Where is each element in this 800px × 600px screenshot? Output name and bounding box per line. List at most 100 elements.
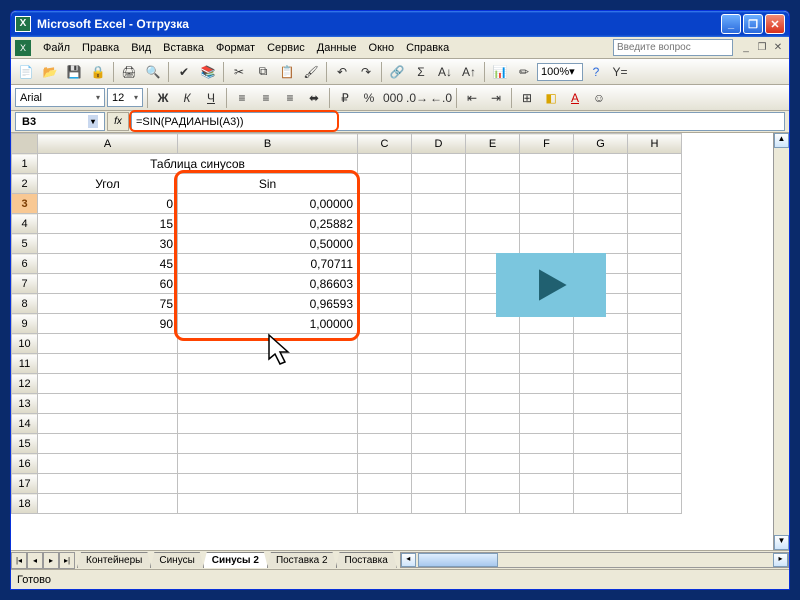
cell[interactable] bbox=[628, 434, 682, 454]
cell[interactable] bbox=[628, 454, 682, 474]
cell[interactable]: 45 bbox=[38, 254, 178, 274]
permission-icon[interactable]: 🔒 bbox=[87, 61, 109, 83]
cell[interactable]: 90 bbox=[38, 314, 178, 334]
cell[interactable] bbox=[358, 354, 412, 374]
cell[interactable] bbox=[628, 414, 682, 434]
cell[interactable] bbox=[38, 334, 178, 354]
sort-desc-icon[interactable]: A↑ bbox=[458, 61, 480, 83]
cell[interactable]: Таблица синусов bbox=[38, 154, 358, 174]
cell[interactable] bbox=[178, 414, 358, 434]
cell[interactable]: 0,00000 bbox=[178, 194, 358, 214]
row-header-8[interactable]: 8 bbox=[12, 294, 38, 314]
cell[interactable] bbox=[466, 174, 520, 194]
cell[interactable]: 15 bbox=[38, 214, 178, 234]
row-header-1[interactable]: 1 bbox=[12, 154, 38, 174]
cell[interactable] bbox=[574, 474, 628, 494]
row-header-16[interactable]: 16 bbox=[12, 454, 38, 474]
row-header-13[interactable]: 13 bbox=[12, 394, 38, 414]
research-icon[interactable]: 📚 bbox=[197, 61, 219, 83]
sheet-tab[interactable]: Синусы 2 bbox=[203, 552, 268, 568]
sheet-tab[interactable]: Поставка bbox=[336, 552, 397, 568]
cell[interactable] bbox=[412, 234, 466, 254]
print-preview-icon[interactable]: 🔍 bbox=[142, 61, 164, 83]
cell[interactable] bbox=[520, 174, 574, 194]
smiley-icon[interactable]: ☺ bbox=[588, 87, 610, 109]
decrease-indent-icon[interactable]: ⇤ bbox=[461, 87, 483, 109]
cell[interactable] bbox=[358, 194, 412, 214]
row-header-9[interactable]: 9 bbox=[12, 314, 38, 334]
cell[interactable] bbox=[358, 414, 412, 434]
cell[interactable] bbox=[178, 394, 358, 414]
cell[interactable] bbox=[38, 474, 178, 494]
menu-data[interactable]: Данные bbox=[311, 40, 363, 56]
name-box-dropdown-icon[interactable]: ▾ bbox=[88, 115, 98, 128]
cell[interactable] bbox=[466, 494, 520, 514]
cell[interactable] bbox=[358, 494, 412, 514]
cell[interactable]: Угол bbox=[38, 174, 178, 194]
cell[interactable] bbox=[412, 394, 466, 414]
doc-minimize-button[interactable]: _ bbox=[739, 41, 753, 55]
menu-format[interactable]: Формат bbox=[210, 40, 261, 56]
menu-tools[interactable]: Сервис bbox=[261, 40, 311, 56]
cell[interactable] bbox=[520, 454, 574, 474]
scroll-up-button[interactable]: ▲ bbox=[774, 133, 789, 148]
hyperlink-icon[interactable]: 🔗 bbox=[386, 61, 408, 83]
bold-icon[interactable]: Ж bbox=[152, 87, 174, 109]
cell[interactable] bbox=[412, 434, 466, 454]
col-header-G[interactable]: G bbox=[574, 134, 628, 154]
row-header-6[interactable]: 6 bbox=[12, 254, 38, 274]
cell[interactable] bbox=[178, 434, 358, 454]
row-header-5[interactable]: 5 bbox=[12, 234, 38, 254]
copy-icon[interactable]: ⧉ bbox=[252, 61, 274, 83]
cut-icon[interactable]: ✂ bbox=[228, 61, 250, 83]
cell[interactable] bbox=[520, 234, 574, 254]
fx-button[interactable]: fx bbox=[107, 112, 129, 131]
cell[interactable] bbox=[358, 154, 412, 174]
row-header-12[interactable]: 12 bbox=[12, 374, 38, 394]
cell[interactable] bbox=[574, 414, 628, 434]
cell[interactable] bbox=[520, 374, 574, 394]
redo-icon[interactable]: ↷ bbox=[355, 61, 377, 83]
maximize-button[interactable]: ❐ bbox=[743, 14, 763, 34]
cell[interactable] bbox=[520, 394, 574, 414]
doc-restore-button[interactable]: ❐ bbox=[755, 41, 769, 55]
cell[interactable] bbox=[358, 174, 412, 194]
minimize-button[interactable]: _ bbox=[721, 14, 741, 34]
cell[interactable] bbox=[628, 174, 682, 194]
cell[interactable] bbox=[466, 354, 520, 374]
cell[interactable] bbox=[628, 474, 682, 494]
cell[interactable] bbox=[574, 394, 628, 414]
cell[interactable] bbox=[574, 494, 628, 514]
align-center-icon[interactable]: ≡ bbox=[255, 87, 277, 109]
cell[interactable] bbox=[178, 334, 358, 354]
cell[interactable] bbox=[466, 434, 520, 454]
cell[interactable] bbox=[628, 354, 682, 374]
cell[interactable] bbox=[466, 214, 520, 234]
doc-close-button[interactable]: ✕ bbox=[771, 41, 785, 55]
new-icon[interactable]: 📄 bbox=[15, 61, 37, 83]
col-header-D[interactable]: D bbox=[412, 134, 466, 154]
cell[interactable] bbox=[412, 254, 466, 274]
menu-file[interactable]: Файл bbox=[37, 40, 76, 56]
cell[interactable] bbox=[466, 334, 520, 354]
row-header-10[interactable]: 10 bbox=[12, 334, 38, 354]
cell[interactable] bbox=[628, 334, 682, 354]
cell[interactable] bbox=[358, 294, 412, 314]
cell[interactable]: 0,96593 bbox=[178, 294, 358, 314]
cell[interactable] bbox=[178, 494, 358, 514]
cell[interactable]: 0,86603 bbox=[178, 274, 358, 294]
cell[interactable] bbox=[358, 374, 412, 394]
sheet-tab[interactable]: Синусы bbox=[150, 552, 203, 568]
vertical-scrollbar[interactable]: ▲ ▼ bbox=[773, 133, 789, 550]
cell[interactable] bbox=[574, 174, 628, 194]
fill-color-icon[interactable]: ◧ bbox=[540, 87, 562, 109]
chart-icon[interactable]: 📊 bbox=[489, 61, 511, 83]
cell[interactable] bbox=[574, 434, 628, 454]
cell[interactable] bbox=[628, 254, 682, 274]
close-button[interactable]: ✕ bbox=[765, 14, 785, 34]
tab-prev-button[interactable]: ◂ bbox=[27, 552, 43, 569]
comma-icon[interactable]: 000 bbox=[382, 87, 404, 109]
cell[interactable] bbox=[574, 374, 628, 394]
sort-asc-icon[interactable]: A↓ bbox=[434, 61, 456, 83]
cell[interactable] bbox=[412, 214, 466, 234]
